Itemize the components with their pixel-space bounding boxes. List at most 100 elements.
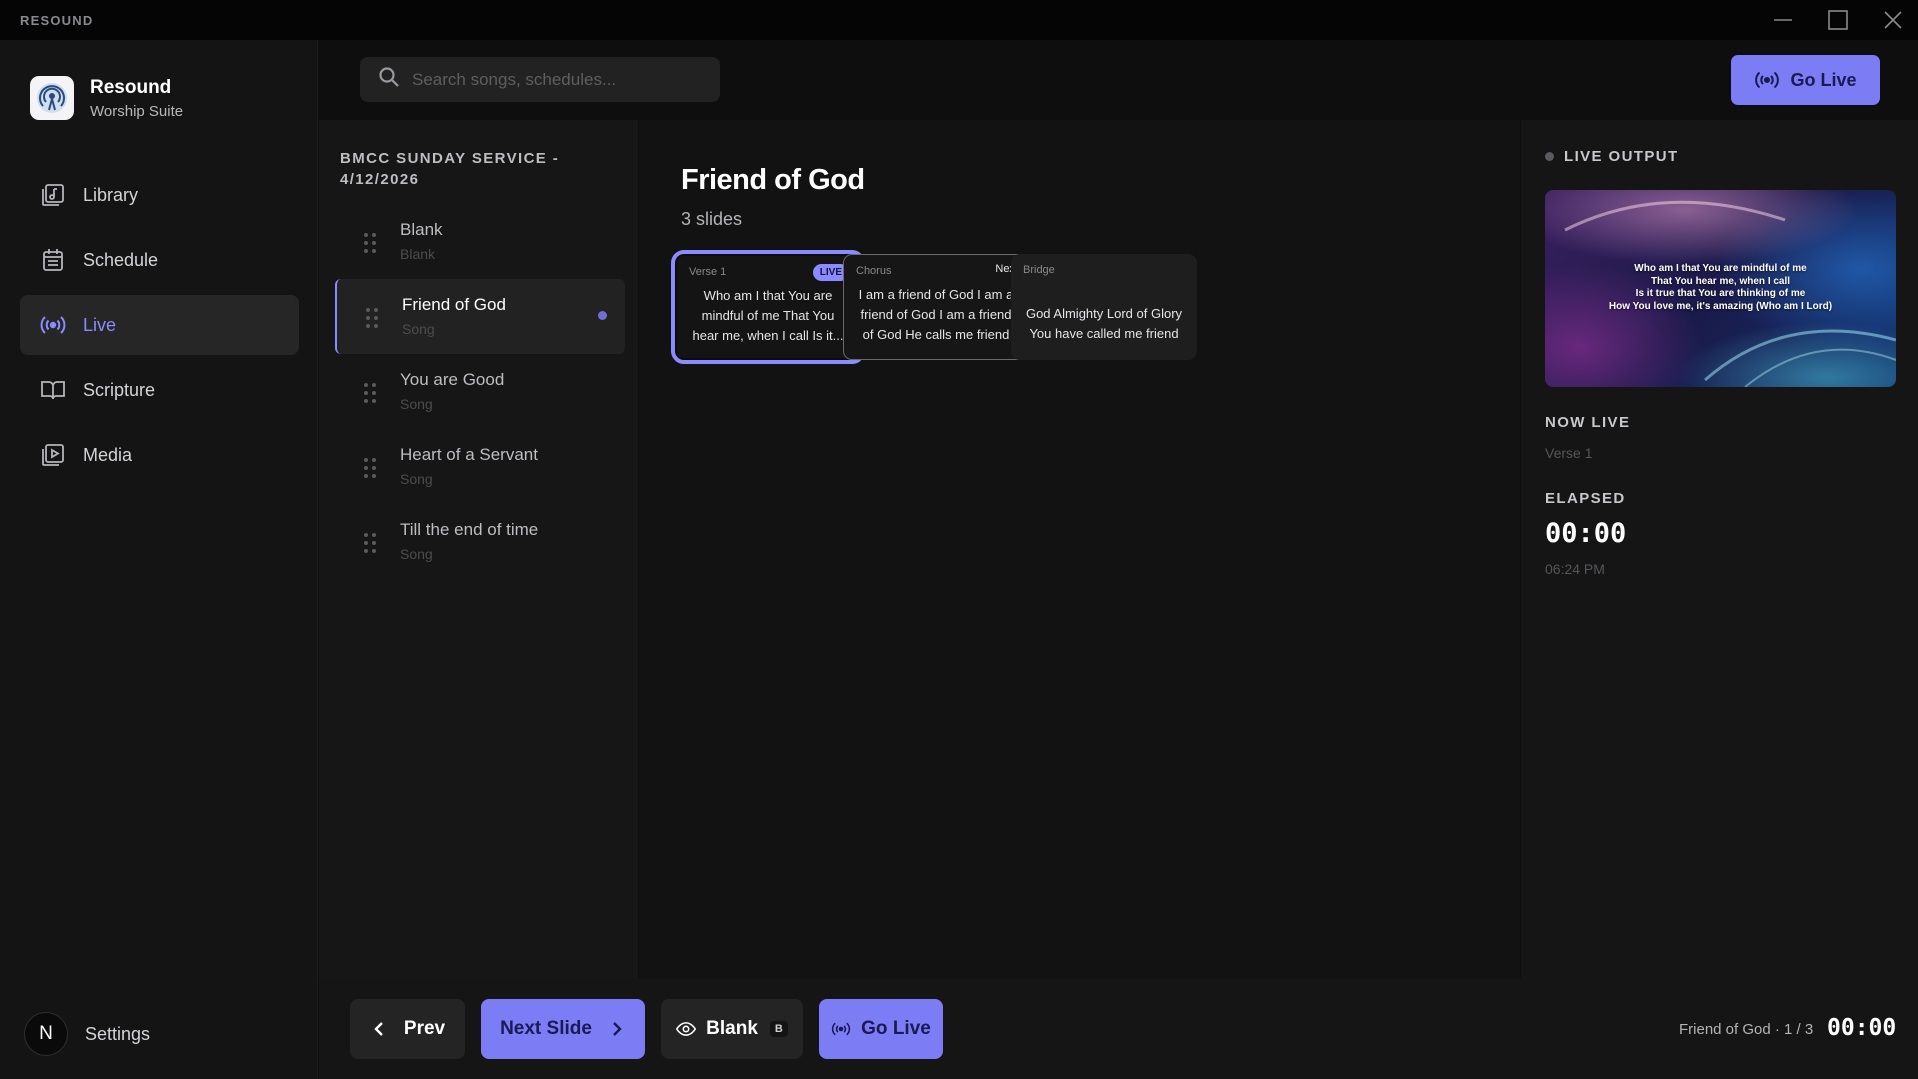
slide-card-next[interactable]: Chorus Next I am a friend of God I am a …: [843, 254, 1029, 360]
schedule-item[interactable]: You are Good Song: [335, 354, 625, 429]
settings-label: Settings: [85, 1023, 151, 1044]
clock-time: 06:24 PM: [1545, 561, 1605, 577]
schedule-item-name: Friend of God: [402, 295, 506, 314]
sidebar-item-label: Live: [83, 314, 117, 335]
live-preview: Who am I that You are mindful of me That…: [1545, 190, 1896, 387]
slide-card-live[interactable]: Verse 1 LIVE Who am I that You are mindf…: [671, 250, 865, 364]
maximize-icon[interactable]: [1825, 8, 1851, 32]
broadcast-icon: [831, 1019, 851, 1039]
schedule-item-type: Song: [400, 471, 433, 487]
now-live-value: Verse 1: [1545, 445, 1593, 461]
go-live-label: Go Live: [861, 1018, 931, 1039]
schedule-item-name: Heart of a Servant: [400, 445, 538, 464]
search-box[interactable]: [360, 57, 720, 102]
slide-card[interactable]: Bridge God Almighty Lord of Glory You ha…: [1011, 254, 1197, 360]
schedule-item-type: Song: [400, 396, 433, 412]
resound-logo-icon: [30, 76, 74, 120]
search-input[interactable]: [412, 69, 702, 90]
calendar-icon: [40, 247, 66, 273]
broadcast-icon: [40, 312, 66, 338]
drag-handle-icon[interactable]: [363, 382, 377, 404]
schedule-item-type: Song: [400, 546, 433, 562]
blank-button[interactable]: Blank B: [661, 999, 803, 1059]
schedule-list: Blank Blank Friend of God Song You are G…: [335, 204, 625, 579]
go-live-button-top[interactable]: Go Live: [1731, 55, 1880, 105]
sidebar: Resound Worship Suite Library Schedule L…: [0, 40, 318, 1079]
prev-button[interactable]: Prev: [350, 999, 465, 1059]
schedule-item-name: Till the end of time: [400, 520, 539, 539]
elapsed-header: ELAPSED: [1545, 490, 1626, 507]
close-icon[interactable]: [1880, 8, 1906, 32]
sidebar-item-media[interactable]: Media: [20, 425, 299, 485]
preview-line: Is it true that You are thinking of me: [1635, 288, 1806, 299]
brand: Resound Worship Suite: [30, 76, 183, 120]
schedule-item[interactable]: Heart of a Servant Song: [335, 429, 625, 504]
schedule-item-name: Blank: [400, 220, 443, 239]
chevron-right-icon: [606, 1019, 626, 1039]
drag-handle-icon[interactable]: [363, 232, 377, 254]
sidebar-item-library[interactable]: Library: [20, 165, 299, 225]
bottom-control-bar: Prev Next Slide Blank B Go Live Friend o…: [319, 978, 1918, 1079]
go-live-button[interactable]: Go Live: [819, 999, 943, 1059]
title-bar: RESOUND: [0, 0, 1918, 40]
brand-subtitle: Worship Suite: [90, 102, 184, 120]
schedule-item[interactable]: Blank Blank: [335, 204, 625, 279]
chevron-left-icon: [370, 1019, 390, 1039]
status-dot: [1545, 152, 1554, 161]
sidebar-item-scripture[interactable]: Scripture: [20, 360, 299, 420]
schedule-title: BMCC SUNDAY SERVICE - 4/12/2026: [340, 150, 560, 188]
preview-line: How You love me, it's amazing (Who am I …: [1608, 300, 1833, 312]
schedule-item[interactable]: Till the end of time Song: [335, 504, 625, 579]
slide-label: Verse 1: [689, 266, 727, 278]
schedule-item-name: You are Good: [400, 370, 505, 389]
slide-position-status: Friend of God · 1 / 3: [1679, 1021, 1814, 1038]
eye-icon: [676, 1019, 697, 1039]
slide-text: Who am I that You are mindful of me That…: [692, 288, 844, 343]
prev-label: Prev: [403, 1018, 446, 1039]
drag-handle-icon[interactable]: [365, 307, 379, 329]
slide-label: Chorus: [856, 265, 892, 277]
library-icon: [40, 182, 66, 208]
keyboard-shortcut: B: [769, 1021, 788, 1037]
drag-handle-icon[interactable]: [363, 532, 377, 554]
settings-button[interactable]: N Settings: [24, 1012, 150, 1056]
schedule-item-active[interactable]: Friend of God Song: [335, 279, 625, 354]
preview-lyrics: Who am I that You are mindful of me That…: [1545, 263, 1896, 313]
brand-name: Resound: [90, 76, 172, 98]
live-output-header: LIVE OUTPUT: [1545, 148, 1679, 165]
sidebar-item-schedule[interactable]: Schedule: [20, 230, 299, 290]
live-output-title: LIVE OUTPUT: [1564, 148, 1679, 165]
next-slide-button[interactable]: Next Slide: [481, 999, 645, 1059]
search-icon: [378, 66, 400, 93]
avatar: N: [24, 1012, 68, 1056]
slide-text: God Almighty Lord of Glory You have call…: [1025, 306, 1183, 341]
slide-count: 3 slides: [681, 209, 743, 229]
slide-text: I am a friend of God I am a friend of Go…: [858, 287, 1014, 342]
now-live-header: NOW LIVE: [1545, 414, 1631, 431]
media-icon: [40, 442, 66, 468]
song-editor: Friend of God 3 slides Verse 1 LIVE Who …: [639, 120, 1520, 978]
preview-line: Who am I that You are mindful of me: [1634, 263, 1807, 274]
live-indicator-dot: [598, 311, 607, 320]
schedule-item-type: Blank: [400, 246, 436, 262]
schedule-panel: BMCC SUNDAY SERVICE - 4/12/2026 Blank Bl…: [319, 120, 638, 978]
app-title: RESOUND: [20, 13, 94, 28]
sidebar-nav: Library Schedule Live Scripture Media: [20, 165, 299, 490]
sidebar-item-label: Scripture: [83, 379, 156, 400]
book-icon: [40, 377, 66, 403]
sidebar-item-live[interactable]: Live: [20, 295, 299, 355]
slide-label: Bridge: [1023, 264, 1055, 276]
sidebar-item-label: Media: [83, 444, 133, 465]
broadcast-icon: [1754, 71, 1780, 89]
drag-handle-icon[interactable]: [363, 457, 377, 479]
blank-label: Blank: [706, 1018, 758, 1039]
schedule-item-type: Song: [402, 321, 435, 337]
go-live-label: Go Live: [1790, 69, 1857, 90]
next-slide-label: Next Slide: [500, 1018, 592, 1039]
sidebar-item-label: Schedule: [83, 249, 159, 270]
sidebar-item-label: Library: [83, 184, 139, 205]
preview-line: That You hear me, when I call: [1650, 275, 1791, 287]
status-timer: 00:00: [1827, 1015, 1897, 1041]
minimize-icon[interactable]: [1770, 8, 1796, 32]
elapsed-timer: 00:00: [1545, 518, 1627, 549]
